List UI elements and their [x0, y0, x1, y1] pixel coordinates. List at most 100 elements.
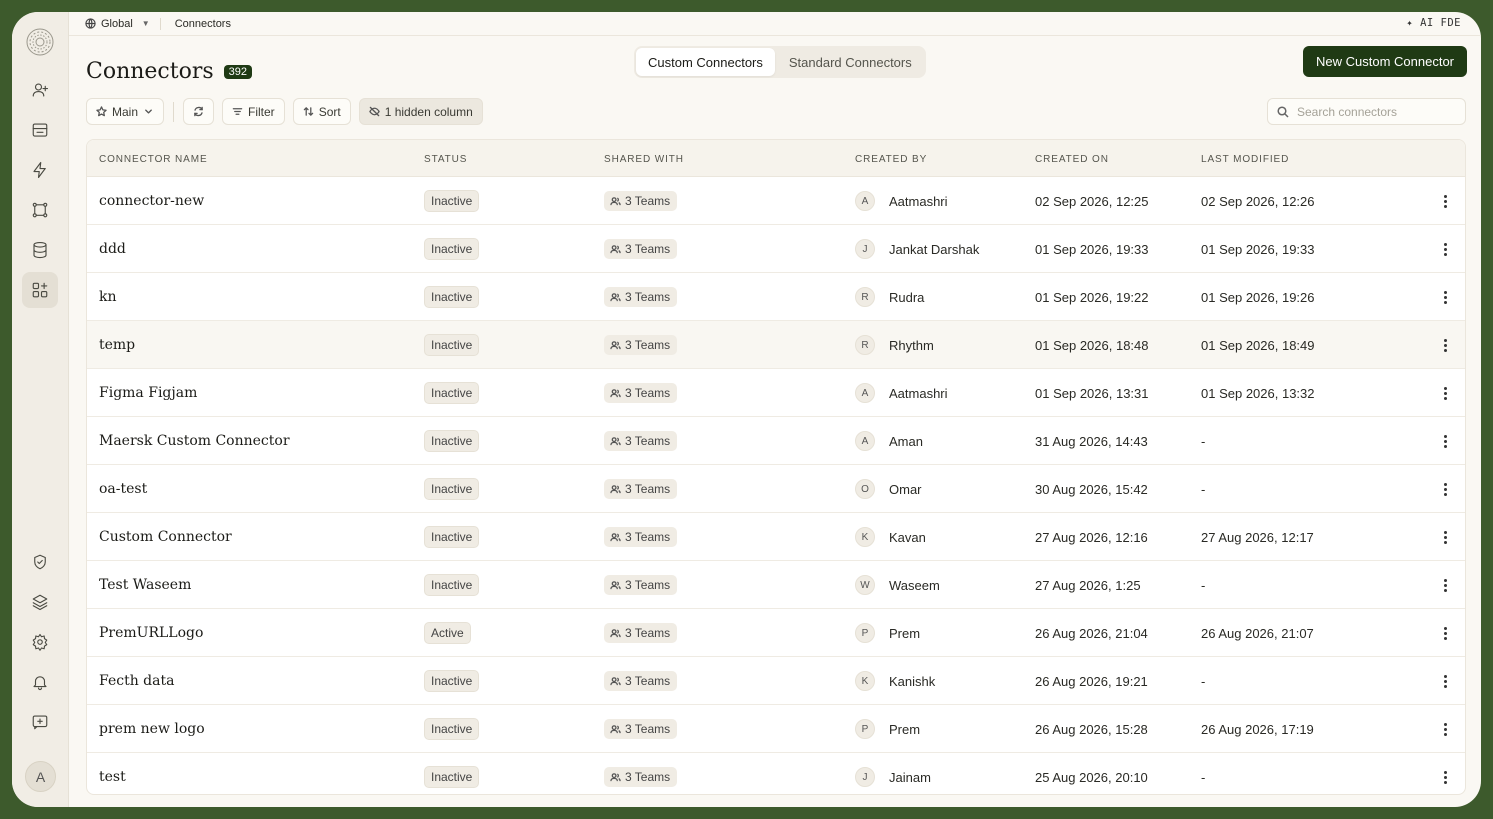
- connector-name[interactable]: temp: [99, 321, 135, 369]
- sidebar-item-security[interactable]: [22, 544, 58, 580]
- shared-with-badge[interactable]: 3 Teams: [604, 431, 678, 451]
- table-row[interactable]: prem new logo Inactive 3 Teams P Prem 26…: [87, 705, 1465, 753]
- sidebar-item-users[interactable]: [22, 72, 58, 108]
- created-by-cell: A Aatmashri: [855, 177, 948, 225]
- connector-name[interactable]: PremURLLogo: [99, 609, 203, 657]
- shared-with-badge[interactable]: 3 Teams: [604, 239, 678, 259]
- shared-with-badge[interactable]: 3 Teams: [604, 671, 678, 691]
- ai-fde-label: AI FDE: [1420, 17, 1461, 29]
- shared-with-badge[interactable]: 3 Teams: [604, 767, 678, 787]
- shared-with-badge[interactable]: 3 Teams: [604, 335, 678, 355]
- row-menu-button[interactable]: [1435, 657, 1455, 705]
- row-menu-button[interactable]: [1435, 609, 1455, 657]
- table-row[interactable]: oa-test Inactive 3 Teams O Omar 30 Aug 2…: [87, 465, 1465, 513]
- search-box[interactable]: [1267, 98, 1466, 125]
- users-icon: [610, 772, 621, 781]
- sidebar-item-workflows[interactable]: [22, 192, 58, 228]
- row-menu-button[interactable]: [1435, 465, 1455, 513]
- table-row[interactable]: connector-new Inactive 3 Teams A Aatmash…: [87, 177, 1465, 225]
- row-menu-button[interactable]: [1435, 369, 1455, 417]
- user-avatar[interactable]: A: [25, 761, 56, 792]
- more-vertical-icon: [1443, 434, 1447, 448]
- sidebar-item-data[interactable]: [22, 232, 58, 268]
- shared-with-badge[interactable]: 3 Teams: [604, 719, 678, 739]
- sort-button[interactable]: Sort: [292, 98, 351, 125]
- table-row[interactable]: PremURLLogo Active 3 Teams P Prem 26 Aug…: [87, 609, 1465, 657]
- connector-name[interactable]: oa-test: [99, 465, 147, 513]
- row-menu-button[interactable]: [1435, 417, 1455, 465]
- column-header-name[interactable]: CONNECTOR NAME: [99, 154, 208, 165]
- sidebar-item-settings[interactable]: [22, 624, 58, 660]
- created-by-cell: P Prem: [855, 609, 920, 657]
- shared-with-badge[interactable]: 3 Teams: [604, 623, 678, 643]
- filter-button[interactable]: Filter: [222, 98, 285, 125]
- created-by-cell: J Jankat Darshak: [855, 225, 979, 273]
- connector-name[interactable]: test: [99, 753, 126, 794]
- table-row[interactable]: Custom Connector Inactive 3 Teams K Kava…: [87, 513, 1465, 561]
- row-menu-button[interactable]: [1435, 225, 1455, 273]
- table-row[interactable]: Test Waseem Inactive 3 Teams W Waseem 27…: [87, 561, 1465, 609]
- sidebar-item-feedback[interactable]: [22, 704, 58, 740]
- shared-with-badge[interactable]: 3 Teams: [604, 479, 678, 499]
- row-menu-button[interactable]: [1435, 513, 1455, 561]
- connector-name[interactable]: Fecth data: [99, 657, 174, 705]
- table-row[interactable]: ddd Inactive 3 Teams J Jankat Darshak 01…: [87, 225, 1465, 273]
- shared-with-badge[interactable]: 3 Teams: [604, 575, 678, 595]
- column-header-created-on[interactable]: CREATED ON: [1035, 154, 1109, 165]
- table-row[interactable]: kn Inactive 3 Teams R Rudra 01 Sep 2026,…: [87, 273, 1465, 321]
- shared-with-badge[interactable]: 3 Teams: [604, 287, 678, 307]
- shared-with-badge[interactable]: 3 Teams: [604, 191, 678, 211]
- row-menu-button[interactable]: [1435, 321, 1455, 369]
- sidebar-item-inbox[interactable]: [22, 112, 58, 148]
- shared-with-badge[interactable]: 3 Teams: [604, 527, 678, 547]
- connector-name[interactable]: ddd: [99, 225, 126, 273]
- tab-custom-connectors[interactable]: Custom Connectors: [636, 48, 775, 76]
- column-header-created-by[interactable]: CREATED BY: [855, 154, 927, 165]
- hidden-columns-button[interactable]: 1 hidden column: [358, 98, 483, 125]
- more-vertical-icon: [1443, 338, 1447, 352]
- shared-with-badge[interactable]: 3 Teams: [604, 383, 678, 403]
- refresh-button[interactable]: [183, 98, 215, 125]
- connector-name[interactable]: Maersk Custom Connector: [99, 417, 290, 465]
- view-selector[interactable]: Main: [86, 98, 165, 125]
- row-menu-button[interactable]: [1435, 561, 1455, 609]
- connector-name[interactable]: Figma Figjam: [99, 369, 197, 417]
- connector-name[interactable]: kn: [99, 273, 117, 321]
- table-row[interactable]: Maersk Custom Connector Inactive 3 Teams…: [87, 417, 1465, 465]
- new-custom-connector-button[interactable]: New Custom Connector: [1303, 46, 1467, 77]
- sidebar-item-automations[interactable]: [22, 152, 58, 188]
- connector-name[interactable]: prem new logo: [99, 705, 205, 753]
- creator-name: Kanishk: [889, 673, 936, 689]
- connector-name[interactable]: connector-new: [99, 177, 204, 225]
- table-row[interactable]: Fecth data Inactive 3 Teams K Kanishk 26…: [87, 657, 1465, 705]
- created-by-cell: J Jainam: [855, 753, 931, 794]
- table-row[interactable]: Figma Figjam Inactive 3 Teams A Aatmashr…: [87, 369, 1465, 417]
- row-menu-button[interactable]: [1435, 177, 1455, 225]
- table-row[interactable]: temp Inactive 3 Teams R Rhythm 01 Sep 20…: [87, 321, 1465, 369]
- sidebar-item-notifications[interactable]: [22, 664, 58, 700]
- creator-name: Rhythm: [889, 337, 934, 353]
- status-badge: Inactive: [424, 382, 480, 404]
- tab-standard-connectors[interactable]: Standard Connectors: [777, 48, 924, 76]
- search-input[interactable]: [1297, 104, 1457, 119]
- connector-name[interactable]: Custom Connector: [99, 513, 232, 561]
- column-header-shared[interactable]: SHARED WITH: [604, 154, 684, 165]
- column-header-status[interactable]: STATUS: [424, 154, 467, 165]
- column-header-last-modified[interactable]: LAST MODIFIED: [1201, 154, 1289, 165]
- table-row[interactable]: test Inactive 3 Teams J Jainam 25 Aug 20…: [87, 753, 1465, 794]
- app-logo[interactable]: [24, 26, 56, 58]
- scope-selector[interactable]: Global ▼: [85, 17, 161, 30]
- row-menu-button[interactable]: [1435, 753, 1455, 794]
- row-menu-button[interactable]: [1435, 705, 1455, 753]
- sidebar-item-connectors[interactable]: [22, 272, 58, 308]
- last-modified: 01 Sep 2026, 13:32: [1201, 385, 1315, 401]
- last-modified: -: [1201, 481, 1206, 497]
- connector-name[interactable]: Test Waseem: [99, 561, 191, 609]
- shared-with-label: 3 Teams: [625, 578, 671, 592]
- created-on: 01 Sep 2026, 18:48: [1035, 337, 1149, 353]
- status-cell: Inactive: [424, 513, 480, 561]
- ai-fde-button[interactable]: ✦ AI FDE: [1406, 17, 1461, 29]
- breadcrumb[interactable]: Connectors: [161, 18, 231, 30]
- row-menu-button[interactable]: [1435, 273, 1455, 321]
- sidebar-item-layers[interactable]: [22, 584, 58, 620]
